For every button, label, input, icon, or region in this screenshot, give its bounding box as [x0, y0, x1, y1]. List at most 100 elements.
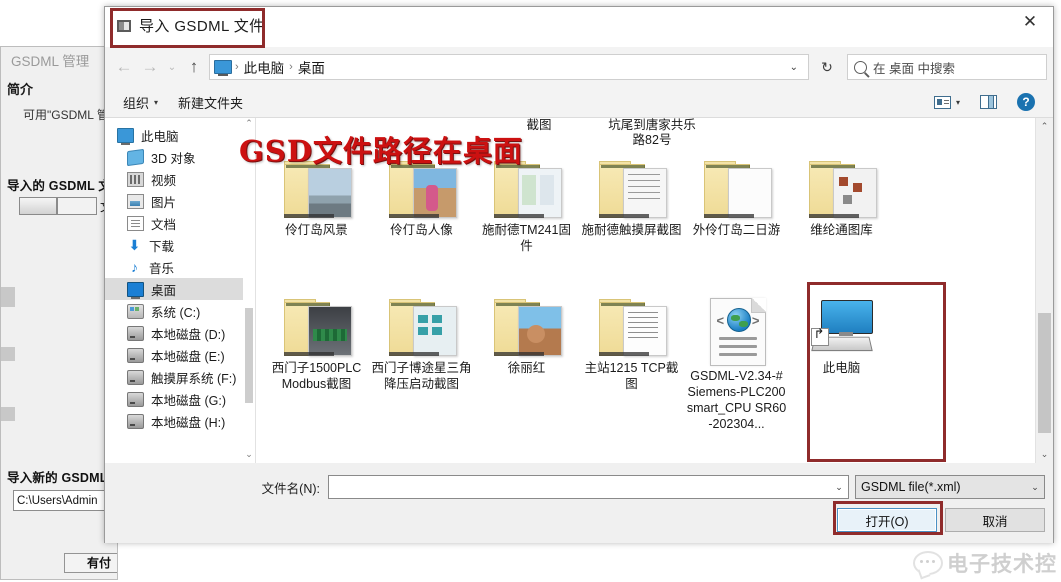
open-button[interactable]: 打开(O) [837, 508, 937, 532]
filename-row: 文件名(N): ⌄ GSDML file(*.xml) ⌄ [105, 463, 1053, 499]
list-item[interactable]: 维纶通图库 [789, 154, 894, 304]
background-app-section-imported: 导入的 GSDML 文 [7, 179, 112, 193]
new-folder-label: 新建文件夹 [178, 95, 244, 111]
dialog-footer: 文件名(N): ⌄ GSDML file(*.xml) ⌄ 打开(O) 取消 [105, 463, 1053, 543]
sidebar-item-label: 触摸屏系统 (F:) [151, 371, 237, 386]
sidebar-item-3d-objects[interactable]: 3D 对象 [105, 146, 255, 168]
bg-decor-band-3 [1, 407, 15, 421]
background-app-table-header: 文 [1, 197, 117, 215]
search-input[interactable]: 在 桌面 中搜索 [847, 54, 1047, 80]
file-name-label: GSDML-V2.34-#Siemens-PLC200smart_CPU SR6… [686, 369, 787, 431]
globe-icon [726, 308, 751, 332]
downloads-icon: ⬇ [128, 236, 141, 253]
watermark: 电子技术控 [913, 548, 1057, 578]
sidebar-item-downloads[interactable]: ⬇ 下载 [105, 234, 255, 256]
background-app-bottom-button[interactable]: 有付 [64, 553, 117, 573]
3d-objects-icon [127, 148, 144, 166]
help-button[interactable]: ? [1007, 93, 1045, 111]
cancel-button[interactable]: 取消 [945, 508, 1045, 532]
list-item[interactable]: 主站1215 TCP截图 [579, 292, 684, 442]
filetype-select[interactable]: GSDML file(*.xml) ⌄ [855, 475, 1045, 499]
file-name-label: 伶仃岛风景 [285, 223, 348, 237]
file-list-scrollbar[interactable]: ⌃ ⌄ [1035, 118, 1053, 463]
sidebar-item-drive-d[interactable]: 本地磁盘 (D:) [105, 322, 255, 344]
chat-bubble-icon [913, 551, 943, 575]
list-item[interactable]: 伶仃岛人像 [369, 154, 474, 304]
sidebar-item-music[interactable]: ♪ 音乐 [105, 256, 255, 278]
refresh-icon[interactable]: ↻ [811, 53, 843, 81]
pc-monitor-icon [810, 300, 873, 352]
list-item-gsdml-file[interactable]: < > GSDML-V2.34-#Siemens-PLC200smart_CPU … [684, 292, 789, 442]
sidebar-item-drive-h[interactable]: 本地磁盘 (H:) [105, 410, 255, 432]
recent-locations-button[interactable]: ⌄ [163, 54, 181, 80]
sidebar-item-system-c[interactable]: 系统 (C:) [105, 300, 255, 322]
organize-label: 组织 [123, 95, 150, 111]
background-app-intro-text: 可用"GSDML 管 [23, 108, 109, 122]
breadcrumb-item-1[interactable]: 桌面 [294, 57, 329, 77]
background-app-path-field[interactable]: C:\Users\Admin [13, 490, 117, 511]
chevron-down-icon[interactable]: ⌄ [830, 482, 848, 493]
dialog-title-group: 导入 GSDML 文件 [117, 15, 265, 36]
forward-button[interactable]: → [137, 54, 163, 80]
sidebar-item-drive-e[interactable]: 本地磁盘 (E:) [105, 344, 255, 366]
close-icon[interactable]: ✕ [1007, 7, 1053, 37]
scroll-down-icon[interactable]: ⌄ [243, 449, 255, 463]
pc-icon [117, 127, 134, 145]
sidebar-item-this-pc[interactable]: 此电脑 [105, 124, 255, 146]
documents-icon [127, 215, 144, 231]
sidebar-item-documents[interactable]: 文档 [105, 212, 255, 234]
sidebar-item-label: 系统 (C:) [151, 305, 201, 320]
organize-button[interactable]: 组织 ▾ [113, 93, 168, 112]
sidebar-item-label: 本地磁盘 (G:) [151, 393, 226, 408]
breadcrumb[interactable]: › 此电脑 › 桌面 ⌄ [209, 54, 809, 80]
watermark-text: 电子技术控 [947, 553, 1057, 576]
background-app-section-import-new: 导入新的 GSDML [7, 471, 108, 485]
bg-decor-band-2 [1, 347, 15, 361]
list-item[interactable]: 西门子1500PLC Modbus截图 [264, 292, 369, 442]
partial-folder-label-2: 坑尾到唐家共乐 路82号 [608, 118, 696, 147]
drive-icon [127, 391, 144, 407]
sidebar-item-drive-f[interactable]: 触摸屏系统 (F:) [105, 366, 255, 388]
list-item[interactable]: 施耐德TM241固件 [474, 154, 579, 304]
back-button[interactable]: ← [111, 54, 137, 80]
sidebar-item-label: 本地磁盘 (H:) [151, 415, 226, 430]
scroll-down-icon[interactable]: ⌄ [1036, 446, 1053, 463]
system-drive-icon [127, 303, 144, 319]
drive-icon [127, 413, 144, 429]
list-item[interactable]: 伶仃岛风景 [264, 154, 369, 304]
folder-thumbnail [595, 298, 669, 358]
command-bar: 组织 ▾ 新建文件夹 ▾ ? [105, 87, 1053, 118]
sidebar-item-desktop[interactable]: 桌面 [105, 278, 255, 300]
folder-thumbnail [490, 298, 564, 358]
list-item[interactable]: 徐丽红 [474, 292, 579, 442]
sidebar-item-drive-g[interactable]: 本地磁盘 (G:) [105, 388, 255, 410]
up-button[interactable]: ↑ [181, 54, 207, 80]
bg-header-cell-2 [57, 197, 97, 215]
list-item[interactable]: 外伶仃岛二日游 [684, 154, 789, 304]
preview-pane-button[interactable] [970, 95, 1007, 109]
folder-thumbnail [595, 160, 669, 220]
navigation-bar: ← → ⌄ ↑ › 此电脑 › 桌面 ⌄ ↻ 在 桌面 中搜索 [105, 47, 1053, 87]
scroll-up-icon[interactable]: ⌃ [1036, 118, 1053, 135]
sidebar-item-label: 本地磁盘 (E:) [151, 349, 225, 364]
filename-input[interactable]: ⌄ [328, 475, 849, 499]
list-item-this-pc-shortcut[interactable]: 此电脑 [789, 292, 894, 442]
tree-scrollbar-thumb[interactable] [245, 308, 253, 403]
file-list-scrollbar-thumb[interactable] [1038, 313, 1051, 433]
list-item[interactable]: 西门子博途星三角降压启动截图 [369, 292, 474, 442]
new-folder-button[interactable]: 新建文件夹 [168, 93, 253, 112]
search-icon [854, 60, 867, 74]
chevron-down-icon[interactable]: ⌄ [784, 62, 804, 73]
sidebar-item-videos[interactable]: 视频 [105, 168, 255, 190]
list-item[interactable]: 施耐德触摸屏截图 [579, 154, 684, 304]
annotation-text-gsd-path: GSD文件路径在桌面 [239, 134, 523, 168]
chevron-down-icon[interactable]: ⌄ [1026, 482, 1044, 493]
bg-decor-band-1 [1, 287, 15, 307]
breadcrumb-item-0[interactable]: 此电脑 [240, 57, 289, 77]
view-layout-icon [933, 95, 951, 109]
file-name-label: 徐丽红 [507, 361, 546, 375]
import-gsdml-dialog: 导入 GSDML 文件 ✕ ← → ⌄ ↑ › 此电脑 › 桌面 ⌄ ↻ 在 桌… [104, 6, 1054, 543]
view-options-button[interactable]: ▾ [924, 95, 970, 109]
sidebar-item-pictures[interactable]: 图片 [105, 190, 255, 212]
videos-icon [127, 171, 144, 187]
